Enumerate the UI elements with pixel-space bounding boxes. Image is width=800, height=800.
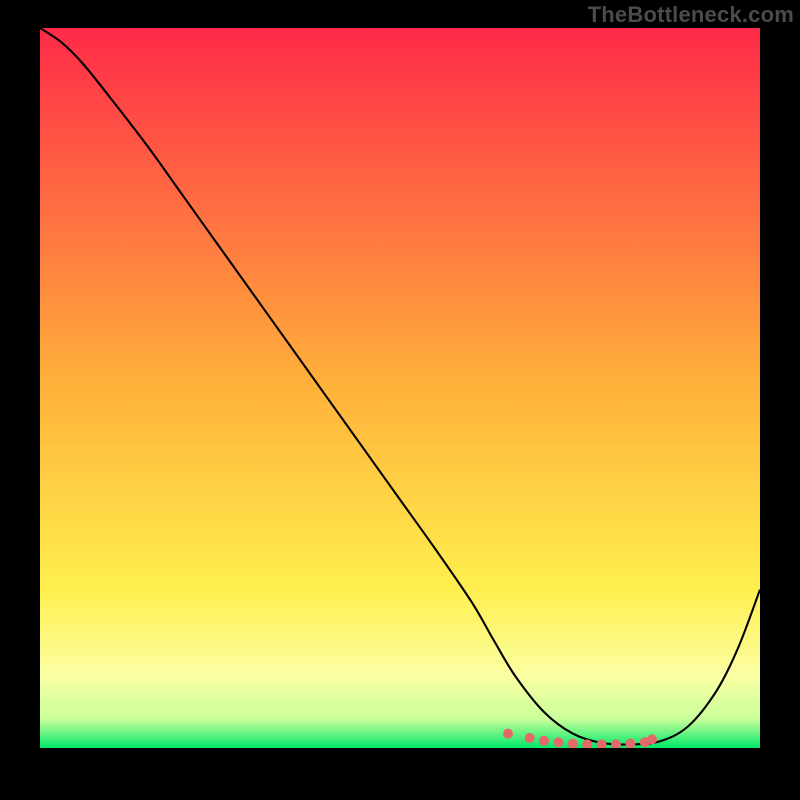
marker-dot <box>647 734 657 744</box>
marker-dot <box>553 737 563 747</box>
marker-dot <box>539 736 549 746</box>
chart-svg <box>40 28 760 748</box>
marker-dot <box>525 733 535 743</box>
gradient-background <box>40 28 760 748</box>
figure-frame: TheBottleneck.com <box>0 0 800 800</box>
plot-area <box>40 28 760 748</box>
watermark-text: TheBottleneck.com <box>588 2 794 28</box>
marker-dot <box>503 729 513 739</box>
